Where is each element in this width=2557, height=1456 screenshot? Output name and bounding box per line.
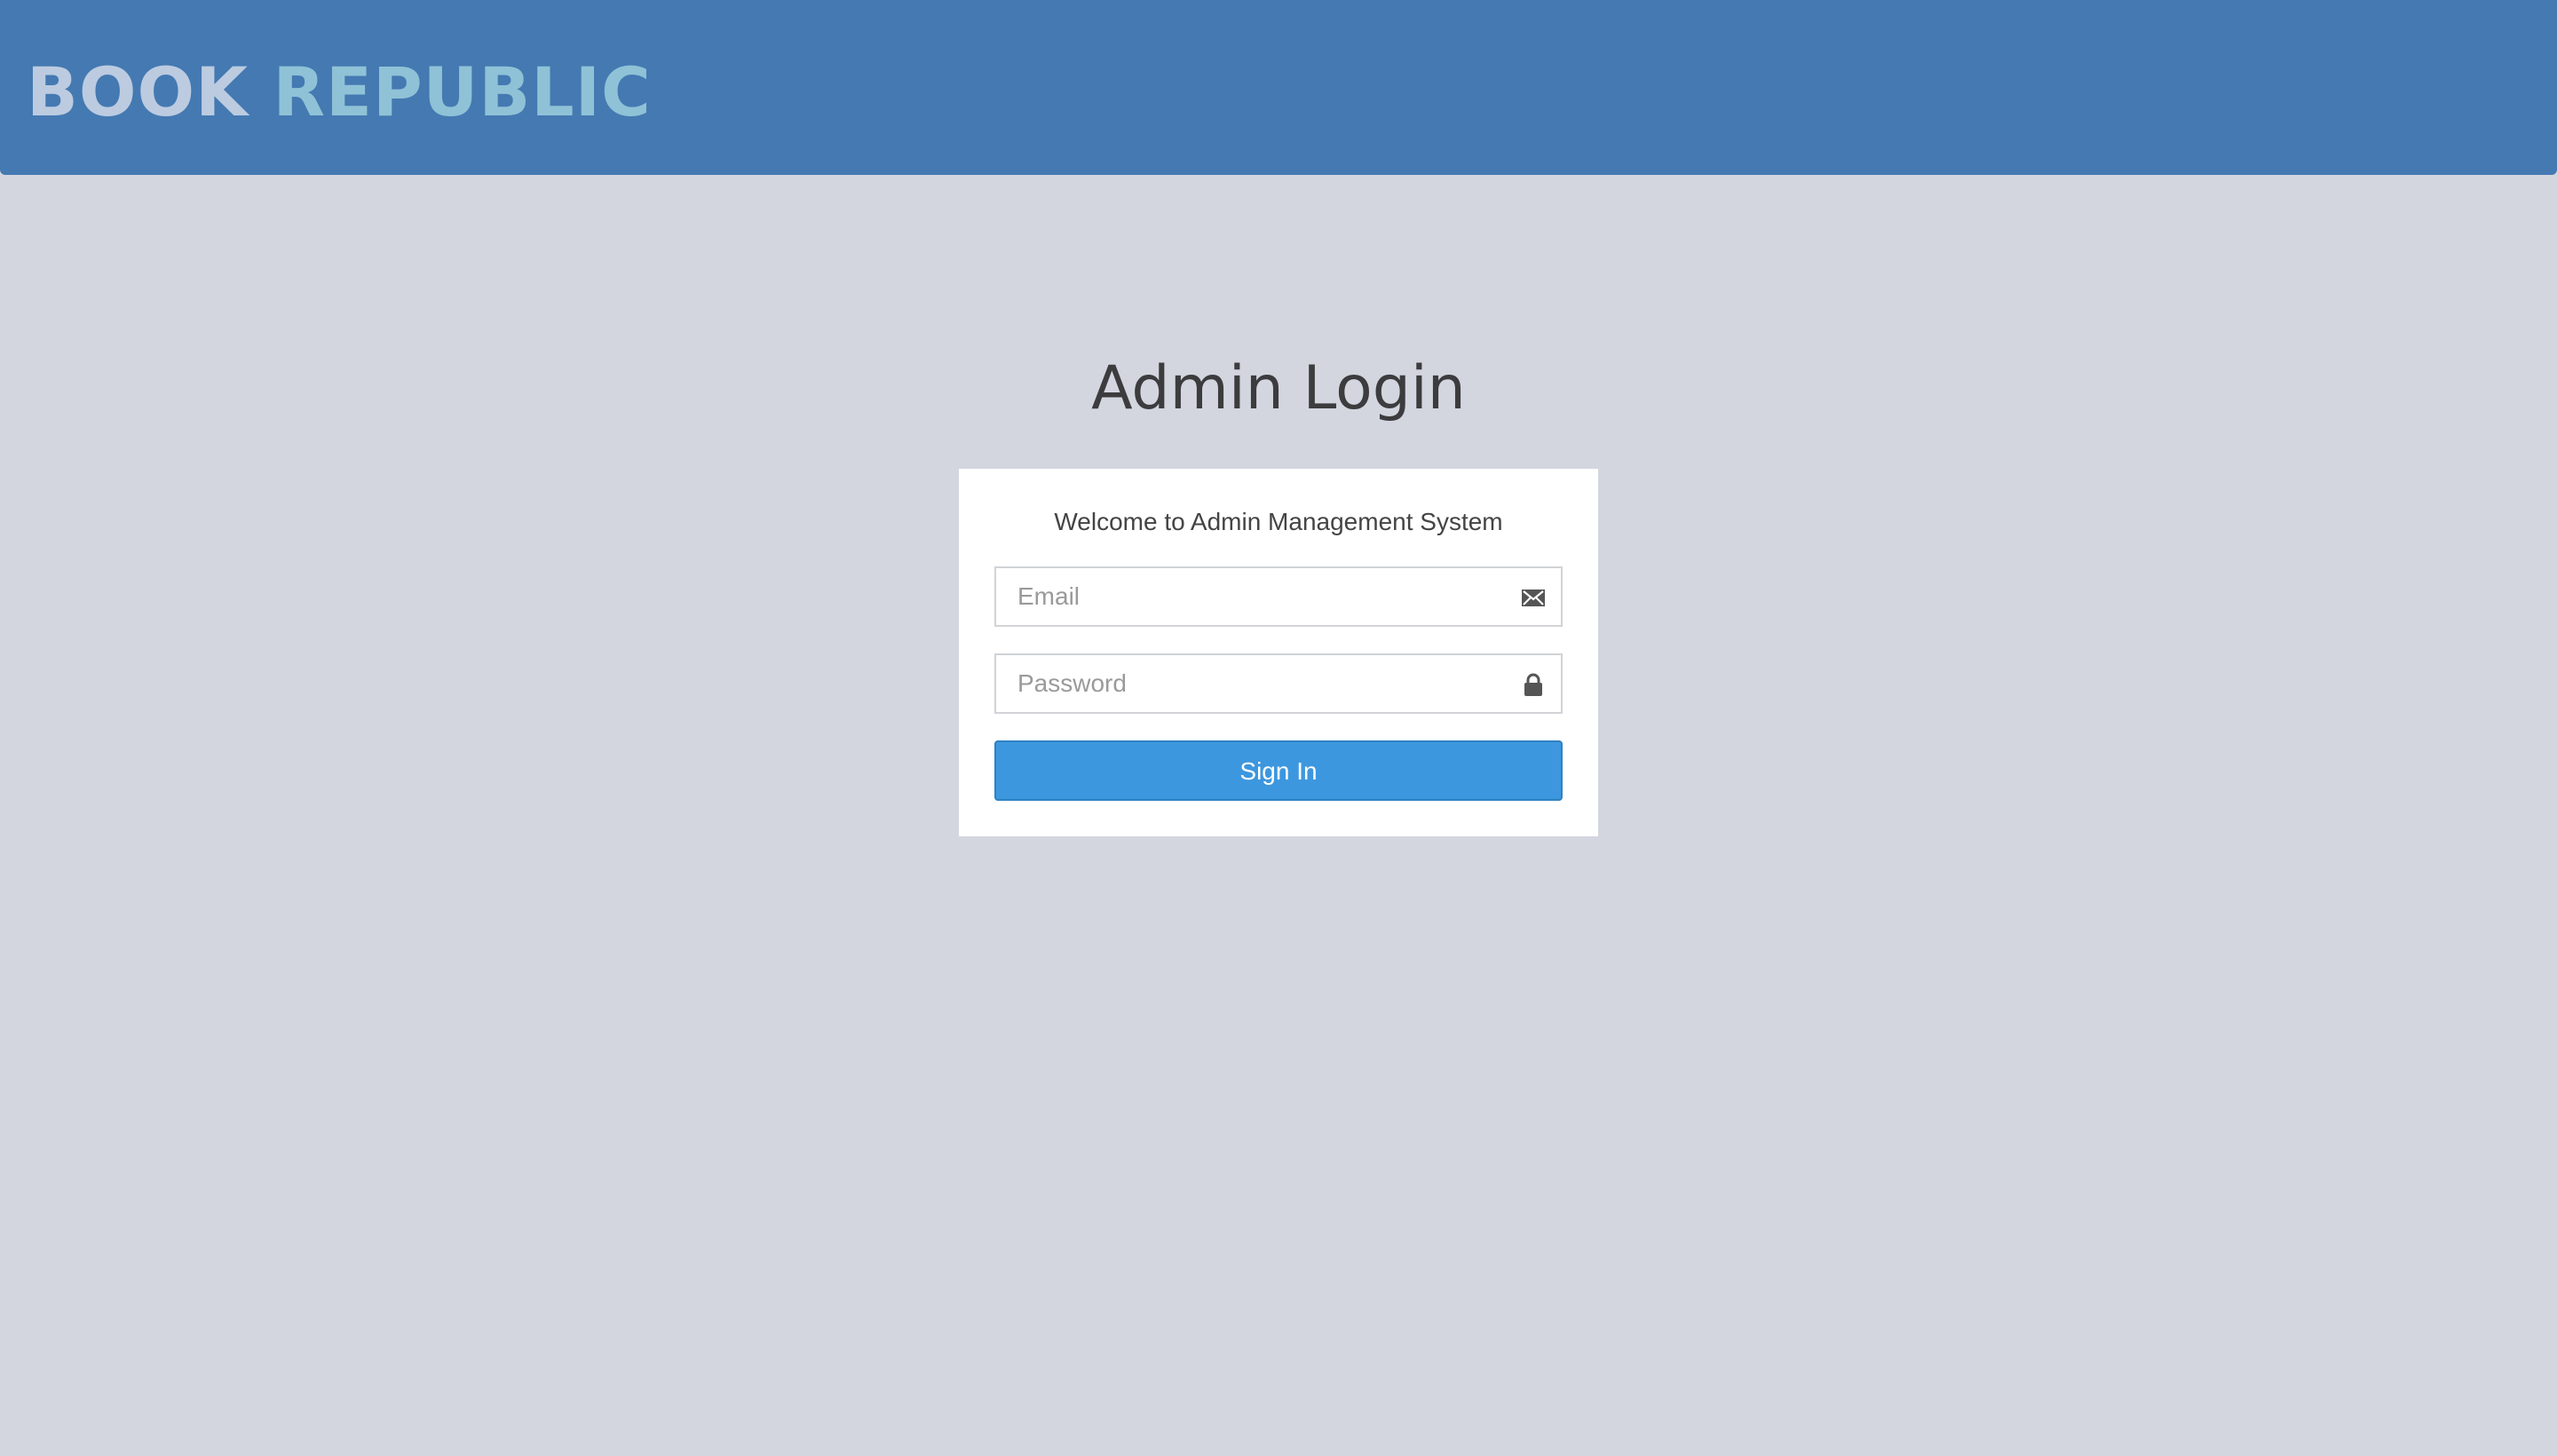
brand-word-book: BOOK [27, 52, 249, 131]
brand-word-republic: REPUBLIC [273, 52, 652, 131]
brand-logo[interactable]: BOOK REPUBLIC [27, 51, 652, 133]
password-field [994, 653, 1563, 714]
email-field [994, 566, 1563, 627]
sign-in-button[interactable]: Sign In [994, 740, 1563, 801]
email-input[interactable] [996, 568, 1515, 625]
lock-icon [1520, 671, 1547, 698]
top-navbar: BOOK REPUBLIC [0, 0, 2557, 175]
page-title: Admin Login [1091, 353, 1466, 423]
login-welcome-message: Welcome to Admin Management System [1054, 508, 1503, 535]
login-box: Welcome to Admin Management System Sign … [959, 469, 1598, 836]
password-input[interactable] [996, 655, 1515, 712]
envelope-icon [1520, 584, 1547, 611]
